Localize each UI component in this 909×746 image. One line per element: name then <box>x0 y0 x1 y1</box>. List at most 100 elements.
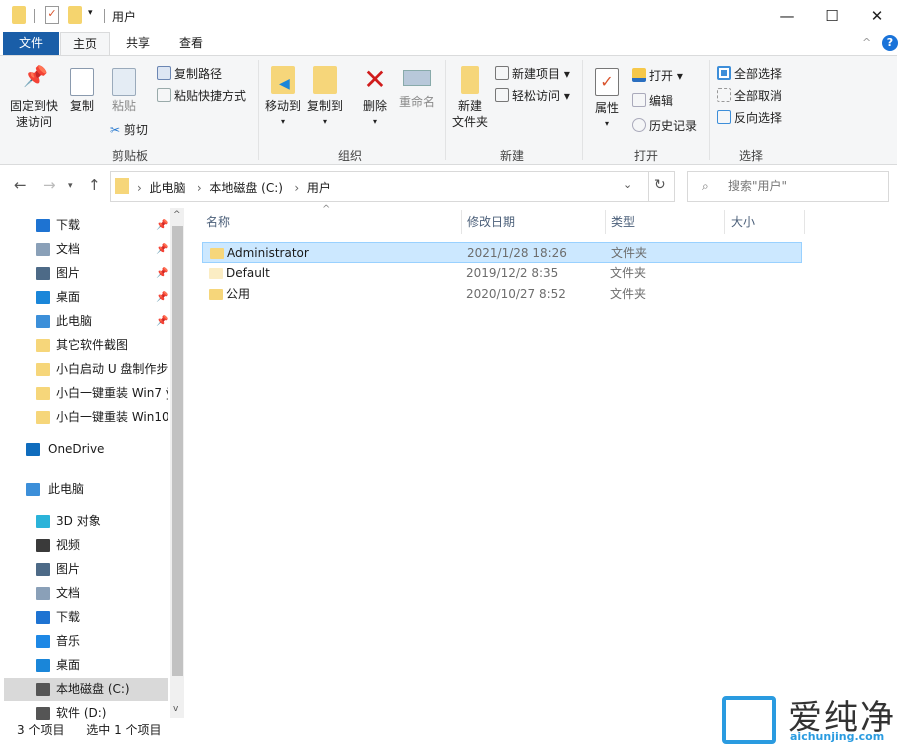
tab-file[interactable]: 文件 <box>3 32 59 56</box>
select-all-button[interactable]: 全部选择 <box>717 66 782 82</box>
sidebar-item[interactable]: 音乐 <box>4 630 168 653</box>
select-none-button[interactable]: 全部取消 <box>717 88 782 104</box>
properties-icon: ✓ <box>595 68 619 96</box>
sidebar-item[interactable]: 下载 📌 <box>4 214 168 237</box>
customize-quick-access-icon[interactable]: ▾ <box>88 8 93 18</box>
delete-button[interactable]: ✕ 删除 ▾ <box>358 64 392 130</box>
label: 固定到快 <box>9 99 58 113</box>
invert-selection-button[interactable]: 反向选择 <box>717 110 782 126</box>
recent-locations-button[interactable]: ▾ <box>68 181 73 191</box>
window-title: 用户 <box>112 10 137 24</box>
forward-button[interactable]: → <box>43 176 56 194</box>
back-button[interactable]: ← <box>14 176 27 194</box>
scroll-down-icon[interactable]: v <box>173 704 178 714</box>
folder-icon <box>36 411 50 424</box>
sidebar-item[interactable]: 本地磁盘 (C:) <box>4 678 168 701</box>
easy-access-button[interactable]: 轻松访问 ▾ <box>495 88 570 104</box>
column-header-date[interactable]: 修改日期 <box>467 210 515 234</box>
paste-button[interactable]: 粘贴 <box>108 68 140 114</box>
computer-icon <box>36 315 50 328</box>
maximize-button[interactable]: ☐ <box>810 2 854 30</box>
sidebar-item[interactable]: 小白一键重装 Win7 ÿ <box>4 382 168 405</box>
column-header-name[interactable]: 名称 <box>206 210 230 234</box>
cut-button[interactable]: ✂ 剪切 <box>110 122 148 138</box>
pictures-icon <box>36 267 50 280</box>
sidebar-item-label: 桌面 <box>56 290 81 304</box>
label: 全部选择 <box>734 67 783 81</box>
address-dropdown-icon[interactable]: ⌄ <box>623 178 632 191</box>
copy-path-icon <box>157 66 171 80</box>
sidebar-item[interactable]: 下载 <box>4 606 168 629</box>
label: 重命名 <box>398 95 435 109</box>
sidebar-item[interactable]: 小白启动 U 盘制作步 <box>4 358 168 381</box>
file-row[interactable]: 公用 2020/10/27 8:52 文件夹 <box>202 284 802 305</box>
sidebar-item[interactable]: 小白一键重装 Win10 <box>4 406 168 429</box>
sidebar-item[interactable]: 文档 📌 <box>4 238 168 261</box>
new-item-button[interactable]: 新建项目 ▾ <box>495 66 570 82</box>
copy-button[interactable]: 复制 <box>66 68 98 114</box>
navigation-pane: 下载 📌 文档 📌 图片 📌 桌面 📌 此电脑 📌 其它软件截图 小白启动 U 盘制作步 小白一键重装 … <box>0 208 170 720</box>
sidebar-item[interactable]: 桌面 <box>4 654 168 677</box>
folder-icon <box>12 6 26 24</box>
pin-quick-access-button[interactable]: 📌 固定到快 速访问 <box>8 66 60 130</box>
sidebar-item[interactable]: 3D 对象 <box>4 510 168 533</box>
edit-button[interactable]: 编辑 <box>632 93 673 109</box>
move-to-button[interactable]: ◀ 移动到 ▾ <box>263 66 303 130</box>
sidebar-item[interactable]: OneDrive <box>4 438 168 461</box>
paste-shortcut-button[interactable]: 粘贴快捷方式 <box>157 88 246 104</box>
tab-home[interactable]: 主页 <box>60 32 110 57</box>
close-button[interactable]: ✕ <box>855 2 899 30</box>
file-row[interactable]: Administrator 2021/1/28 18:26 文件夹 <box>202 242 802 263</box>
desktop-icon <box>36 659 50 672</box>
collapse-ribbon-icon[interactable]: ^ <box>862 36 871 49</box>
sidebar-item-label: OneDrive <box>48 442 105 456</box>
delete-icon: ✕ <box>363 63 387 96</box>
breadcrumb-users[interactable]: 用户 <box>307 181 331 195</box>
history-button[interactable]: 历史记录 <box>632 118 697 134</box>
history-icon <box>632 118 646 132</box>
copy-path-button[interactable]: 复制路径 <box>157 66 222 82</box>
scroll-up-icon[interactable]: ^ <box>173 210 181 220</box>
properties-button[interactable]: ✓ 属性 ▾ <box>590 68 624 132</box>
sidebar-item[interactable]: 图片 <box>4 558 168 581</box>
refresh-icon[interactable]: ↻ <box>654 177 666 193</box>
watermark-url: aichunjing.com <box>790 730 885 743</box>
tab-view[interactable]: 查看 <box>166 32 216 56</box>
file-row[interactable]: Default 2019/12/2 8:35 文件夹 <box>202 263 802 284</box>
tab-share[interactable]: 共享 <box>113 32 163 56</box>
sidebar-item[interactable]: 其它软件截图 <box>4 334 168 357</box>
sidebar-item-label: 本地磁盘 (C:) <box>56 682 130 696</box>
minimize-button[interactable]: — <box>765 2 809 30</box>
breadcrumb-c-drive[interactable]: 本地磁盘 (C:) <box>209 181 283 195</box>
search-input[interactable]: ⌕ 搜索"用户" <box>687 171 889 202</box>
properties-quick-icon[interactable]: ✓ <box>45 6 59 24</box>
up-button[interactable]: ↑ <box>88 176 101 194</box>
sidebar-item[interactable]: 视频 <box>4 534 168 557</box>
copy-to-button[interactable]: 复制到 ▾ <box>305 66 345 130</box>
scissors-icon: ✂ <box>110 123 124 137</box>
label: 移动到 <box>264 99 301 113</box>
help-icon[interactable]: ? <box>882 35 898 51</box>
sidebar-item-label: 图片 <box>56 562 81 576</box>
column-header-size[interactable]: 大小 <box>731 210 755 234</box>
sidebar-item[interactable]: 桌面 📌 <box>4 286 168 309</box>
file-name: 公用 <box>226 287 251 301</box>
divider <box>709 60 710 160</box>
address-bar[interactable]: › 此电脑 › 本地磁盘 (C:) › 用户 ⌄ ↻ <box>110 171 675 202</box>
file-type: 文件夹 <box>610 287 647 301</box>
file-date: 2020/10/27 8:52 <box>466 287 566 301</box>
new-folder-button[interactable]: 新建 文件夹 <box>450 66 490 130</box>
sidebar-item-label: 图片 <box>56 266 81 280</box>
open-button[interactable]: 打开 ▾ <box>632 68 683 84</box>
breadcrumb-this-pc[interactable]: 此电脑 <box>149 181 185 195</box>
sidebar-item[interactable]: 此电脑 <box>4 478 168 501</box>
select-none-icon <box>717 88 731 102</box>
sidebar-item[interactable]: 此电脑 📌 <box>4 310 168 333</box>
sidebar-item[interactable]: 文档 <box>4 582 168 605</box>
folder-icon <box>36 339 50 352</box>
sidebar-item[interactable]: 图片 📌 <box>4 262 168 285</box>
rename-button[interactable]: 重命名 <box>397 66 437 110</box>
column-header-type[interactable]: 类型 <box>611 210 635 234</box>
new-folder-quick-icon[interactable] <box>68 6 82 24</box>
sidebar-scrollbar-thumb[interactable] <box>172 226 183 676</box>
